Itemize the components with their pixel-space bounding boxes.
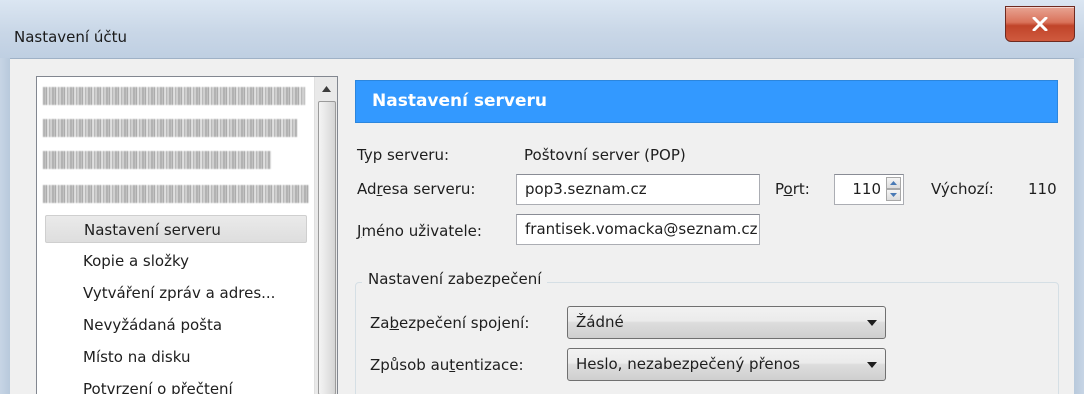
tree-item-disk-space[interactable]: Místo na disku [37, 343, 313, 371]
caret-down-icon [890, 193, 897, 197]
connection-security-label: Zabezpečení spojení: [370, 314, 530, 332]
tree-item-copies-folders[interactable]: Kopie a složky [37, 247, 313, 275]
account-name-redacted [41, 81, 311, 213]
port-increment-button[interactable] [886, 177, 901, 189]
security-group-title: Nastavení zabezpečení [362, 270, 548, 288]
port-value: 110 [852, 180, 881, 198]
default-port-value: 110 [1028, 180, 1057, 198]
server-address-input[interactable]: pop3.seznam.cz [516, 174, 760, 205]
caret-up-icon [890, 181, 897, 185]
port-decrement-button[interactable] [886, 189, 901, 201]
tree-scrollbar[interactable] [314, 77, 337, 394]
server-address-label: Adresa serveru: [357, 180, 476, 198]
server-type-value: Poštovní server (POP) [524, 146, 686, 164]
port-label: Port: [775, 180, 810, 198]
default-port-label: Výchozí: [931, 180, 994, 198]
tree-item-return-receipts[interactable]: Potvrzení o přečtení [37, 375, 313, 394]
chevron-up-icon [322, 86, 331, 92]
title-bar[interactable]: Nastavení účtu [0, 0, 1084, 58]
chevron-down-icon [867, 320, 877, 326]
scroll-up-button[interactable] [317, 79, 336, 99]
page-title: Nastavení serveru [355, 80, 1058, 123]
connection-security-select[interactable]: Žádné [567, 306, 886, 339]
window-left-border [0, 58, 10, 394]
port-spinner[interactable] [886, 177, 901, 202]
server-type-label: Typ serveru: [357, 146, 450, 164]
close-button[interactable] [1005, 6, 1075, 42]
tree-item-server-settings[interactable]: Nastavení serveru [45, 215, 307, 243]
auth-method-label: Způsob autentizace: [370, 356, 524, 374]
connection-security-value: Žádné [576, 313, 624, 331]
close-icon [1032, 17, 1048, 31]
window-title: Nastavení účtu [14, 28, 127, 46]
window-right-border [1074, 58, 1084, 394]
chevron-down-icon [867, 362, 877, 368]
auth-method-value: Heslo, nezabezpečený přenos [576, 355, 801, 373]
auth-method-select[interactable]: Heslo, nezabezpečený přenos [567, 348, 886, 381]
username-input[interactable]: frantisek.vomacka@seznam.cz [516, 214, 760, 245]
tree-item-junk-mail[interactable]: Nevyžádaná pošta [37, 311, 313, 339]
account-tree[interactable]: Nastavení serveru Kopie a složky Vytváře… [36, 76, 338, 394]
username-label: Jméno uživatele: [357, 222, 482, 240]
port-stepper[interactable]: 110 [834, 174, 904, 205]
tree-item-composition[interactable]: Vytváření zpráv a adres... [37, 279, 313, 307]
scroll-thumb[interactable] [318, 101, 336, 394]
